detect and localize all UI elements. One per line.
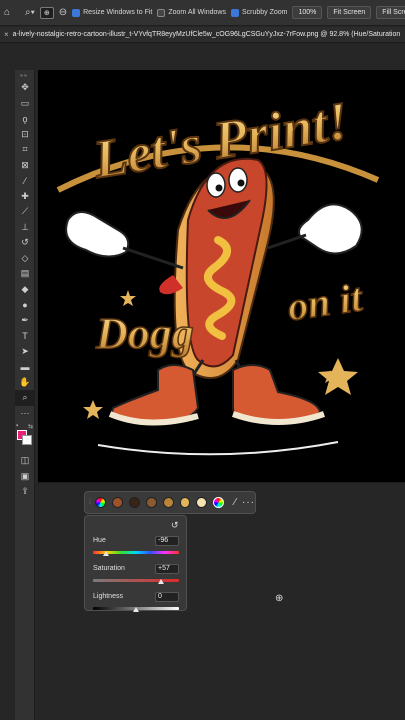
reset-icon[interactable]: ↺ — [171, 520, 179, 531]
drag-handle-icon[interactable]: ⁞ — [89, 499, 91, 506]
clone-stamp-tool-icon[interactable]: ⊥ — [15, 220, 35, 236]
zoom-percent-field[interactable]: 100% — [292, 6, 323, 19]
tools-panel: ▸▸ ✥ ▭ ϙ ⊡ ⌗ ⊠ ⁄ ✚ ⟋ ⊥ ↺ ◇ ▤ ◆ ● ✒ T ➤ ▬… — [15, 70, 35, 720]
options-bar: ⌂ ⌕▾ ⊕ ⊖ Resize Windows to Fit Zoom All … — [0, 0, 405, 26]
zoom-tool-icon[interactable]: ⌕ — [15, 390, 35, 406]
screen-mode-icon[interactable]: ▣ — [15, 469, 35, 485]
preset-swatch[interactable] — [196, 497, 208, 508]
hue-label: Hue — [93, 537, 106, 544]
saturation-slider-thumb[interactable] — [158, 579, 164, 584]
photoshop-window: ⌂ ⌕▾ ⊕ ⊖ Resize Windows to Fit Zoom All … — [0, 0, 405, 720]
hue-saturation-icon[interactable] — [213, 497, 225, 508]
history-brush-tool-icon[interactable]: ↺ — [15, 235, 35, 251]
right-glove — [298, 203, 363, 255]
lightness-value-field[interactable]: 0 — [155, 592, 179, 602]
quick-mask-icon[interactable]: ◫ — [15, 453, 35, 469]
on-it-text: on it — [285, 274, 367, 329]
hand-tool-icon[interactable]: ✋ — [15, 375, 35, 391]
zoom-all-windows-checkbox[interactable]: Zoom All Windows — [157, 8, 226, 17]
canvas-edge — [38, 482, 405, 483]
zoom-cursor-icon: ⊕ — [275, 593, 284, 604]
preset-swatch[interactable] — [145, 497, 157, 508]
saturation-slider[interactable] — [93, 579, 179, 582]
move-tool-icon[interactable]: ✥ — [15, 80, 35, 96]
preset-swatch[interactable] — [128, 497, 140, 508]
swap-colors-icon[interactable]: ⇆ — [28, 423, 33, 430]
rectangle-tool-icon[interactable]: ▬ — [15, 359, 35, 375]
left-eye — [206, 172, 226, 198]
zoom-in-icon[interactable]: ⊕ — [39, 6, 54, 19]
healing-brush-tool-icon[interactable]: ✚ — [15, 189, 35, 205]
large-star — [318, 358, 358, 395]
lasso-tool-icon[interactable]: ϙ — [15, 111, 35, 127]
left-pupil — [215, 184, 223, 192]
right-eye — [228, 167, 248, 193]
scrubby-zoom-checkbox[interactable]: Scrubby Zoom — [230, 8, 288, 17]
fill-screen-button[interactable]: Fill Screen — [376, 6, 405, 19]
object-selection-tool-icon[interactable]: ⊡ — [15, 127, 35, 143]
frame-tool-icon[interactable]: ⊠ — [15, 158, 35, 174]
scrubby-zoom-label: Scrubby Zoom — [241, 9, 288, 16]
artboard-tool-icon[interactable]: ▭ — [15, 96, 35, 112]
hue-slider-thumb[interactable] — [103, 551, 109, 556]
zoom-out-icon[interactable]: ⊖ — [59, 7, 67, 18]
pen-tool-icon[interactable]: ✒ — [15, 313, 35, 329]
path-selection-tool-icon[interactable]: ➤ — [15, 344, 35, 360]
preset-swatch[interactable] — [111, 497, 123, 508]
dogg-text: Dogg — [95, 309, 194, 358]
left-glove — [65, 211, 130, 258]
type-tool-icon[interactable]: T — [15, 328, 35, 344]
saturation-value-field[interactable]: +57 — [155, 564, 179, 574]
saturation-label: Saturation — [93, 565, 125, 572]
artwork-image: Let's Print! Dogg on it — [56, 89, 380, 456]
zoom-tool-icon[interactable]: ⌕▾ — [25, 7, 35, 18]
hue-value-field[interactable]: -96 — [155, 536, 179, 546]
preset-swatch[interactable] — [179, 497, 191, 508]
preset-swatch[interactable] — [162, 497, 174, 508]
contextual-task-bar: ⁞ ⁄ ··· — [84, 491, 256, 514]
checkbox-checked-icon — [230, 8, 239, 17]
blur-tool-icon[interactable]: ◆ — [15, 282, 35, 298]
more-tools-icon[interactable]: ··· — [15, 406, 35, 422]
eraser-tool-icon[interactable]: ◇ — [15, 251, 35, 267]
ground-line — [97, 441, 339, 456]
color-swatches: ▪ ⇆ — [15, 423, 35, 453]
checkbox-checked-icon — [72, 8, 81, 17]
document-title: a-lively-nostalgic-retro-cartoon-illustr… — [12, 31, 401, 38]
color-wheel-icon[interactable] — [94, 497, 106, 508]
lightness-slider-thumb[interactable] — [133, 607, 139, 612]
right-arm — [267, 233, 307, 250]
hue-saturation-panel: ↺ Hue -96 Saturation +57 Lightness 0 — [84, 515, 187, 612]
background-color-swatch[interactable] — [22, 435, 32, 445]
right-sneaker — [232, 364, 322, 424]
resize-windows-label: Resize Windows to Fit — [83, 9, 153, 16]
default-colors-icon[interactable]: ▪ — [16, 423, 18, 429]
lightness-label: Lightness — [93, 593, 123, 600]
home-icon[interactable]: ⌂ — [4, 7, 10, 18]
dodge-tool-icon[interactable]: ● — [15, 297, 35, 313]
small-star — [120, 290, 136, 306]
left-arm — [122, 246, 184, 270]
eyedropper-tool-icon[interactable]: ⁄ — [15, 173, 35, 189]
more-options-icon[interactable]: ··· — [242, 497, 255, 508]
panel-grip[interactable]: ▸▸ — [15, 70, 34, 80]
left-sneaker — [111, 364, 200, 424]
small-star — [83, 400, 103, 419]
fit-screen-button[interactable]: Fit Screen — [327, 6, 372, 19]
document-canvas[interactable]: Let's Print! Dogg on it — [38, 70, 405, 482]
gradient-tool-icon[interactable]: ▤ — [15, 266, 35, 282]
eyedropper-icon[interactable]: ⁄ — [234, 497, 236, 508]
right-pupil — [237, 179, 245, 187]
crop-tool-icon[interactable]: ⌗ — [15, 142, 35, 158]
checkbox-unchecked-icon — [157, 8, 166, 17]
zoom-all-windows-label: Zoom All Windows — [168, 9, 226, 16]
document-tab[interactable]: × a-lively-nostalgic-retro-cartoon-illus… — [0, 27, 405, 43]
resize-windows-checkbox[interactable]: Resize Windows to Fit — [72, 8, 153, 17]
share-icon[interactable]: ⇪ — [15, 484, 35, 500]
close-tab-icon[interactable]: × — [4, 30, 9, 39]
brush-tool-icon[interactable]: ⟋ — [15, 204, 35, 220]
